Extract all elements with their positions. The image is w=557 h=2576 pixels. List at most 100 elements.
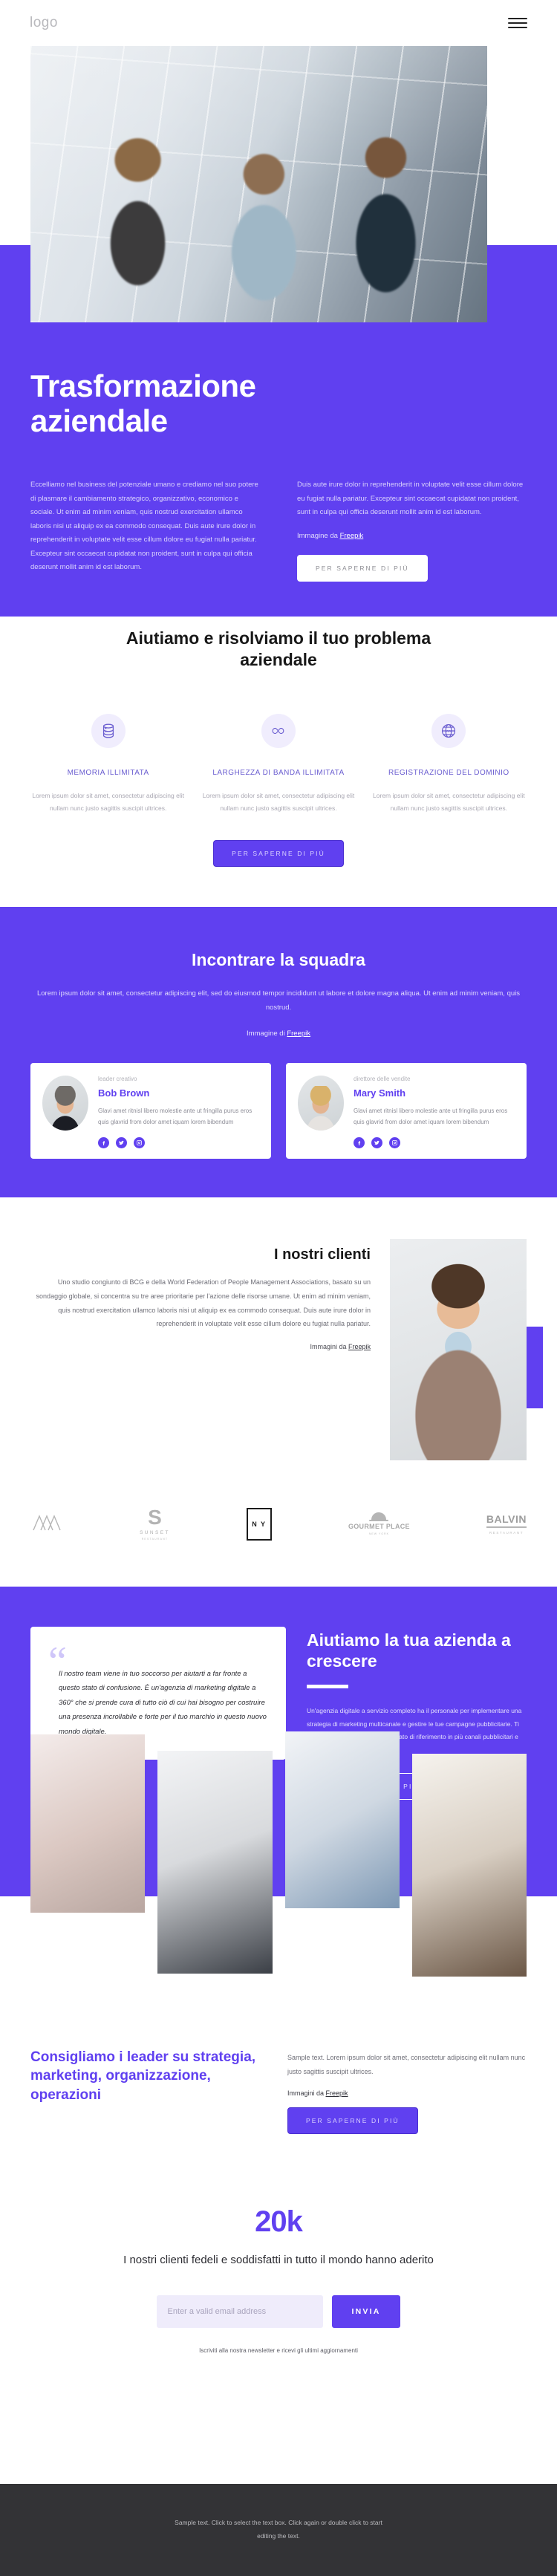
ny-label: N Y bbox=[252, 1520, 267, 1528]
svg-text:www: www bbox=[446, 729, 453, 733]
freepik-link[interactable]: Freepik bbox=[326, 2089, 348, 2097]
credit-prefix: Immagini da bbox=[310, 1343, 348, 1351]
submit-button[interactable]: INVIA bbox=[332, 2295, 400, 2329]
hamburger-bar bbox=[508, 27, 527, 28]
advise-cta-button[interactable]: PER SAPERNE DI PIÙ bbox=[287, 2107, 418, 2134]
infinity-icon bbox=[261, 714, 296, 749]
services-cta-button[interactable]: PER SAPERNE DI PIÙ bbox=[213, 839, 344, 867]
credit-prefix: Immagine da bbox=[297, 531, 340, 540]
service-card-memory: MEMORIA ILLIMITATA Lorem ipsum dolor sit… bbox=[30, 714, 186, 814]
gallery-image-4 bbox=[411, 1753, 527, 1977]
team-image-credit: Immagine di Freepik bbox=[30, 1030, 527, 1038]
instagram-icon[interactable] bbox=[389, 1136, 400, 1148]
gallery-image-1 bbox=[30, 1734, 146, 1913]
service-title: REGISTRAZIONE DEL DOMINIO bbox=[388, 769, 509, 778]
hero-title: Trasformazione aziendale bbox=[30, 368, 256, 439]
credit-prefix: Immagini da bbox=[287, 2089, 326, 2097]
service-desc: Lorem ipsum dolor sit amet, consectetur … bbox=[202, 792, 355, 813]
service-card-domain: www REGISTRAZIONE DEL DOMINIO Lorem ipsu… bbox=[371, 714, 527, 814]
team-member-card: direttore delle vendite Mary Smith Glavi… bbox=[286, 1062, 527, 1159]
hero-paragraph-left: Eccelliamo nel business del potenziale u… bbox=[30, 481, 258, 572]
hamburger-menu-icon[interactable] bbox=[508, 18, 527, 28]
avatar bbox=[42, 1075, 88, 1131]
freepik-link[interactable]: Freepik bbox=[348, 1343, 371, 1350]
freepik-link[interactable]: Freepik bbox=[287, 1030, 310, 1038]
hero-image-credit: Immagine da Freepik bbox=[297, 532, 527, 540]
newsletter-form: INVIA bbox=[30, 2295, 527, 2329]
title-underline bbox=[307, 1685, 348, 1689]
gourmet-name: GOURMET PLACE bbox=[348, 1523, 410, 1531]
clients-paragraph: Uno studio congiunto di BCG e della Worl… bbox=[36, 1278, 371, 1328]
growth-title: Aiutiamo la tua azienda a crescere bbox=[307, 1630, 511, 1671]
advise-section: Consigliamo i leader su strategia, marke… bbox=[0, 2022, 557, 2134]
service-desc: Lorem ipsum dolor sit amet, consectetur … bbox=[32, 792, 184, 813]
hamburger-bar bbox=[508, 18, 527, 19]
stat-subtitle: I nostri clienti fedeli e soddisfatti in… bbox=[123, 2253, 434, 2266]
globe-www-icon: www bbox=[431, 714, 466, 749]
clients-image-credit: Immagini da Freepik bbox=[30, 1343, 371, 1350]
member-role: leader creativo bbox=[98, 1075, 137, 1082]
service-card-bandwidth: LARGHEZZA DI BANDA ILLIMITATA Lorem ipsu… bbox=[201, 714, 356, 814]
team-paragraph: Lorem ipsum dolor sit amet, consectetur … bbox=[36, 989, 521, 1012]
cloche-icon bbox=[369, 1512, 389, 1522]
freepik-link[interactable]: Freepik bbox=[340, 532, 364, 540]
sunset-logo: S SUNSET RESTAURANT bbox=[140, 1505, 170, 1541]
gallery-section bbox=[0, 1731, 557, 2023]
ny-logo: N Y bbox=[246, 1507, 272, 1541]
gourmet-place-logo: GOURMET PLACE NEW YORK bbox=[348, 1512, 410, 1535]
stat-number: 20k bbox=[255, 2205, 303, 2238]
sunset-mark: S bbox=[148, 1505, 162, 1529]
client-logos-row: S SUNSET RESTAURANT N Y GOURMET PLACE NE… bbox=[0, 1460, 557, 1587]
site-logo[interactable]: logo bbox=[30, 15, 58, 31]
hamburger-bar bbox=[508, 22, 527, 24]
services-title: Aiutiamo e risolviamo il tuo problema az… bbox=[126, 628, 431, 670]
facebook-icon[interactable] bbox=[98, 1136, 109, 1148]
services-section: Aiutiamo e risolviamo il tuo problema az… bbox=[0, 581, 557, 907]
service-title: MEMORIA ILLIMITATA bbox=[67, 769, 149, 778]
site-footer: Sample text. Click to select the text bo… bbox=[0, 2484, 557, 2576]
gallery-image-2 bbox=[157, 1750, 273, 1974]
advise-image-credit: Immagini da Freepik bbox=[287, 2089, 527, 2097]
member-role: direttore delle vendite bbox=[354, 1075, 411, 1082]
balvin-name: BALVIN bbox=[486, 1513, 527, 1529]
twitter-icon[interactable] bbox=[371, 1136, 382, 1148]
sunset-name: SUNSET bbox=[140, 1529, 170, 1535]
balvin-sub: RESTAURANT bbox=[489, 1531, 524, 1535]
clients-portrait-image bbox=[390, 1238, 527, 1460]
database-icon bbox=[91, 714, 126, 749]
team-title: Incontrare la squadra bbox=[192, 949, 365, 969]
hero-image bbox=[30, 46, 487, 322]
facebook-icon[interactable] bbox=[354, 1136, 365, 1148]
balvin-logo: BALVIN RESTAURANT bbox=[486, 1513, 527, 1535]
footer-text: Sample text. Click to select the text bo… bbox=[175, 2519, 382, 2540]
member-name: Mary Smith bbox=[354, 1087, 406, 1099]
member-name: Bob Brown bbox=[98, 1087, 150, 1099]
member-bio: Glavi amet ritnisl libero molestie ante … bbox=[98, 1107, 253, 1126]
clients-section: I nostri clienti Uno studio congiunto di… bbox=[0, 1197, 557, 1460]
mountain-logo bbox=[30, 1512, 63, 1535]
team-member-list: leader creativo Bob Brown Glavi amet rit… bbox=[30, 1062, 527, 1159]
avatar bbox=[298, 1075, 344, 1131]
twitter-icon[interactable] bbox=[116, 1136, 127, 1148]
instagram-icon[interactable] bbox=[134, 1136, 145, 1148]
service-desc: Lorem ipsum dolor sit amet, consectetur … bbox=[373, 792, 525, 813]
site-header: logo bbox=[0, 0, 557, 46]
advise-title: Consigliamo i leader su strategia, marke… bbox=[30, 2049, 256, 2104]
hero-section: Trasformazione aziendale Eccelliamo nel … bbox=[0, 46, 557, 617]
service-title: LARGHEZZA DI BANDA ILLIMITATA bbox=[212, 769, 345, 778]
newsletter-note: Iscriviti alla nostra newsletter e ricev… bbox=[199, 2347, 358, 2355]
hero-paragraph-right: Duis aute irure dolor in reprehenderit i… bbox=[297, 481, 524, 517]
member-socials bbox=[98, 1136, 259, 1148]
member-bio: Glavi amet ritnisl libero molestie ante … bbox=[354, 1107, 508, 1126]
newsletter-section: 20k I nostri clienti fedeli e soddisfatt… bbox=[0, 2133, 557, 2355]
advise-paragraph: Sample text. Lorem ipsum dolor sit amet,… bbox=[287, 2053, 526, 2075]
gallery-image-3 bbox=[284, 1731, 400, 1908]
credit-prefix: Immagine di bbox=[246, 1029, 287, 1038]
clients-title: I nostri clienti bbox=[273, 1246, 371, 1263]
hero-cta-button[interactable]: PER SAPERNE DI PIÙ bbox=[297, 554, 428, 582]
testimonial-text: Il nostro team viene in tuo soccorso per… bbox=[59, 1669, 267, 1736]
team-section: Incontrare la squadra Lorem ipsum dolor … bbox=[0, 906, 557, 1197]
email-input[interactable] bbox=[157, 2295, 324, 2329]
sunset-sub: RESTAURANT bbox=[141, 1537, 169, 1541]
team-member-card: leader creativo Bob Brown Glavi amet rit… bbox=[30, 1062, 271, 1159]
